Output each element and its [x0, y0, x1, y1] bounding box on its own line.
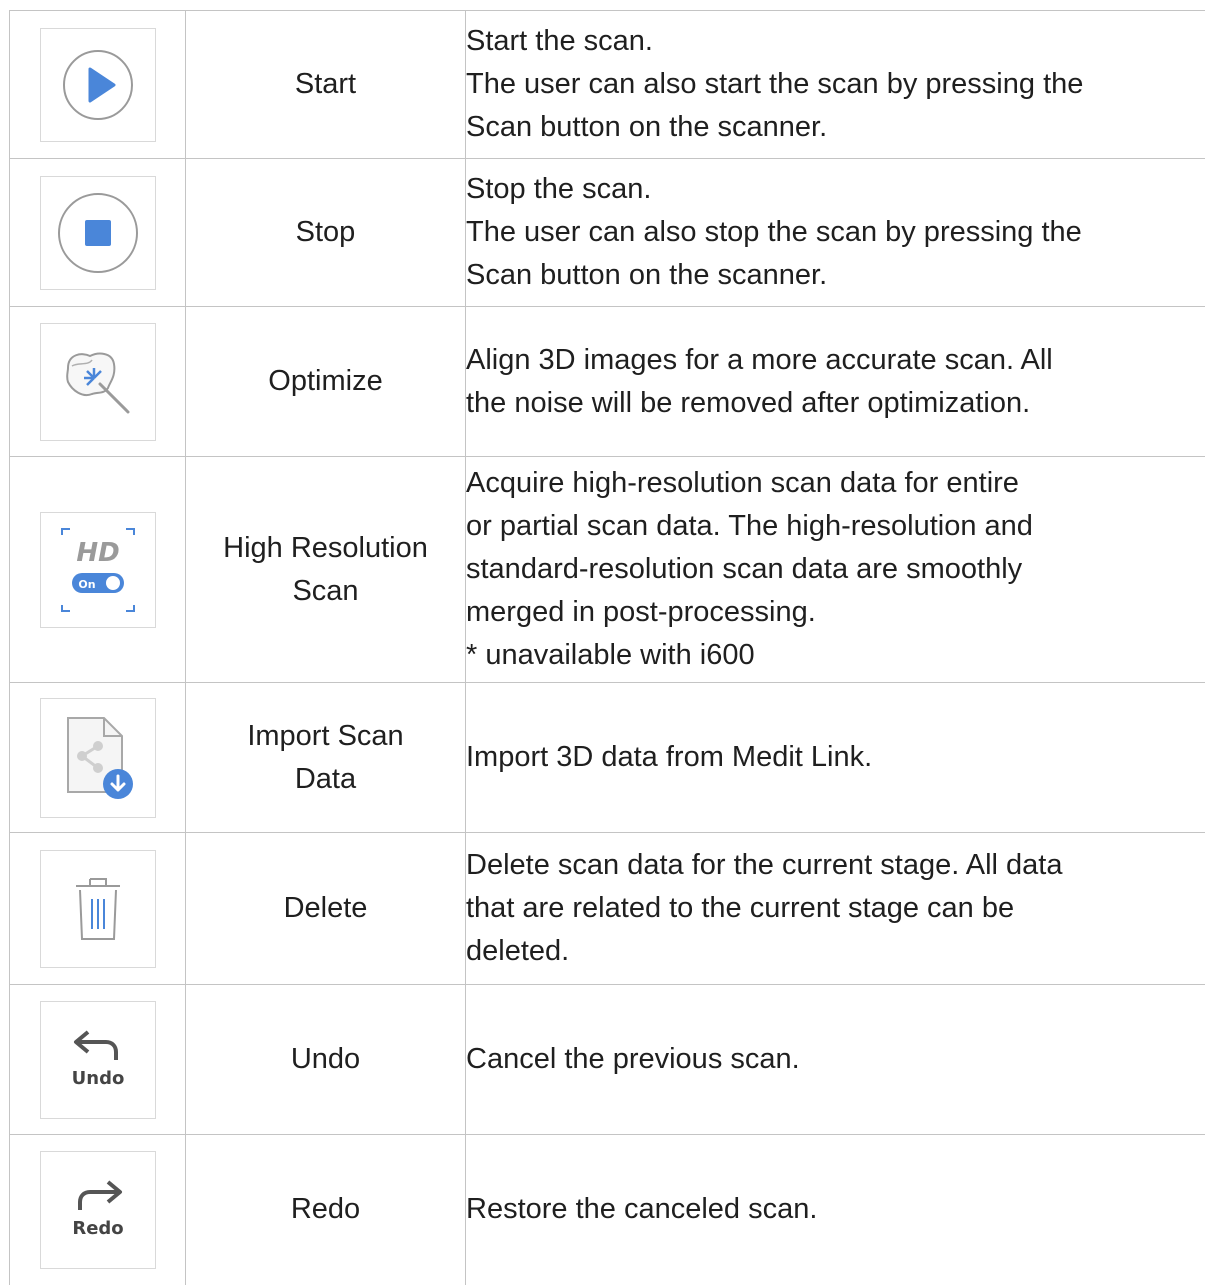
- description-line: Start the scan.: [466, 20, 1205, 63]
- stop-circle-icon: [56, 191, 140, 275]
- table-row: Stop Stop the scan. The user can also st…: [10, 159, 1205, 307]
- description-line: Import 3D data from Medit Link.: [466, 736, 1205, 779]
- feature-name: Optimize: [186, 307, 466, 457]
- description-line: that are related to the current stage ca…: [466, 887, 1205, 930]
- feature-table: Start Start the scan. The user can also …: [9, 10, 1205, 1285]
- table-row: HD On High Resolution Scan Acquire high-…: [10, 457, 1205, 683]
- description-line: Cancel the previous scan.: [466, 1038, 1205, 1081]
- feature-description: Cancel the previous scan.: [466, 985, 1205, 1135]
- feature-description: Delete scan data for the current stage. …: [466, 833, 1205, 985]
- description-line: standard-resolution scan data are smooth…: [466, 548, 1205, 591]
- name-line: Delete: [186, 887, 465, 930]
- redo-icon-label: Redo: [72, 1218, 123, 1239]
- description-line: merged in post-processing.: [466, 591, 1205, 634]
- description-line: Stop the scan.: [466, 168, 1205, 211]
- description-line: Delete scan data for the current stage. …: [466, 844, 1205, 887]
- feature-name: Stop: [186, 159, 466, 307]
- import-file-icon: [56, 712, 140, 804]
- trash-icon: [68, 873, 128, 945]
- undo-icon-label: Undo: [71, 1068, 124, 1089]
- table-row: Optimize Align 3D images for a more accu…: [10, 307, 1205, 457]
- description-line: the noise will be removed after optimiza…: [466, 382, 1205, 425]
- table-row: Undo Undo Cancel the previous scan.: [10, 985, 1205, 1135]
- name-line: Data: [186, 758, 465, 801]
- delete-button[interactable]: [40, 850, 156, 968]
- name-line: High Resolution: [186, 527, 465, 570]
- description-line: Restore the canceled scan.: [466, 1188, 1205, 1231]
- name-line: Import Scan: [186, 715, 465, 758]
- name-line: Undo: [186, 1038, 465, 1081]
- stop-button[interactable]: [40, 176, 156, 290]
- description-line: The user can also stop the scan by press…: [466, 211, 1205, 254]
- play-circle-icon: [60, 47, 136, 123]
- redo-button[interactable]: Redo: [40, 1151, 156, 1269]
- feature-name: Undo: [186, 985, 466, 1135]
- magic-wand-tooth-icon: [58, 342, 138, 422]
- description-line: The user can also start the scan by pres…: [466, 63, 1205, 106]
- feature-name: Redo: [186, 1135, 466, 1285]
- redo-arrow-icon: Redo: [58, 1170, 138, 1250]
- undo-arrow-icon: Undo: [58, 1020, 138, 1100]
- hd-toggle-icon: HD On: [48, 525, 148, 615]
- name-line: Scan: [186, 570, 465, 613]
- table-row: Start Start the scan. The user can also …: [10, 11, 1205, 159]
- feature-name: Start: [186, 11, 466, 159]
- feature-description: Import 3D data from Medit Link.: [466, 683, 1205, 833]
- import-scan-data-button[interactable]: [40, 698, 156, 818]
- feature-description: Align 3D images for a more accurate scan…: [466, 307, 1205, 457]
- description-line: deleted.: [466, 930, 1205, 973]
- hd-label: HD: [76, 538, 119, 568]
- undo-button[interactable]: Undo: [40, 1001, 156, 1119]
- description-line: Scan button on the scanner.: [466, 254, 1205, 297]
- name-line: Start: [186, 63, 465, 106]
- feature-name: Delete: [186, 833, 466, 985]
- feature-description: Stop the scan. The user can also stop th…: [466, 159, 1205, 307]
- optimize-button[interactable]: [40, 323, 156, 441]
- feature-name: Import Scan Data: [186, 683, 466, 833]
- description-line: Align 3D images for a more accurate scan…: [466, 339, 1205, 382]
- name-line: Stop: [186, 211, 465, 254]
- on-label: On: [78, 578, 95, 591]
- description-line: Scan button on the scanner.: [466, 106, 1205, 149]
- feature-description: Restore the canceled scan.: [466, 1135, 1205, 1285]
- feature-description: Acquire high-resolution scan data for en…: [466, 457, 1205, 683]
- description-line: Acquire high-resolution scan data for en…: [466, 462, 1205, 505]
- description-line: * unavailable with i600: [466, 634, 1205, 677]
- table-row: Import Scan Data Import 3D data from Med…: [10, 683, 1205, 833]
- start-button[interactable]: [40, 28, 156, 142]
- name-line: Redo: [186, 1188, 465, 1231]
- name-line: Optimize: [186, 360, 465, 403]
- description-line: or partial scan data. The high-resolutio…: [466, 505, 1205, 548]
- high-resolution-scan-button[interactable]: HD On: [40, 512, 156, 628]
- feature-description: Start the scan. The user can also start …: [466, 11, 1205, 159]
- feature-name: High Resolution Scan: [186, 457, 466, 683]
- table-row: Redo Redo Restore the canceled scan.: [10, 1135, 1205, 1285]
- table-row: Delete Delete scan data for the current …: [10, 833, 1205, 985]
